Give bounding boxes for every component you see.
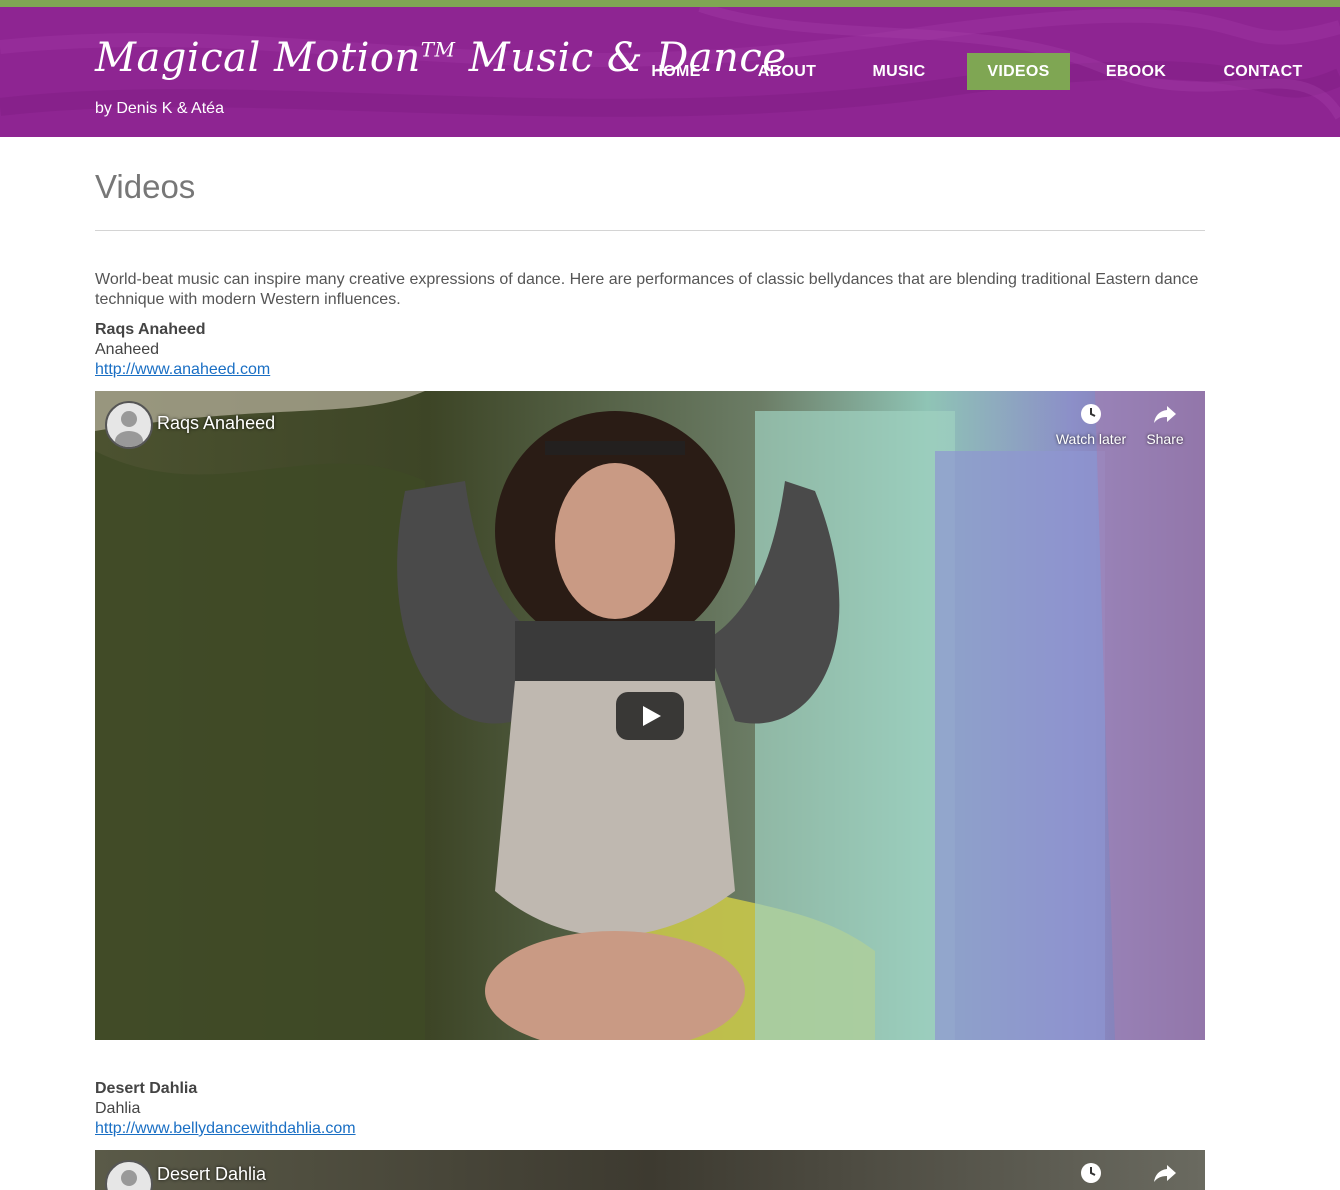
entry-link[interactable]: http://www.bellydancewithdahlia.com <box>95 1120 356 1138</box>
site-tagline: by Denis K & Atéa <box>95 100 224 117</box>
clock-icon <box>1081 1163 1101 1183</box>
video-title[interactable]: Desert Dahlia <box>157 1164 266 1185</box>
share-arrow-icon <box>1154 406 1176 423</box>
entry-artist: Dahlia <box>95 1100 141 1117</box>
video-player[interactable]: Desert Dahlia <box>95 1150 1205 1190</box>
entry-artist: Anaheed <box>95 341 160 358</box>
share-button[interactable] <box>1125 1162 1205 1190</box>
entry-title: Raqs Anaheed <box>95 321 206 338</box>
video-title[interactable]: Raqs Anaheed <box>157 413 275 434</box>
nav-home[interactable]: HOME <box>633 53 719 90</box>
top-accent-bar <box>0 0 1340 7</box>
entry-link[interactable]: http://www.anaheed.com <box>95 361 270 379</box>
intro-text: World-beat music can inspire many creati… <box>95 271 1199 308</box>
share-button[interactable]: Share <box>1125 403 1205 447</box>
watch-later-label: Watch later <box>1055 431 1127 447</box>
site-header: Magical MotionTM Music & Dance by Denis … <box>0 7 1340 137</box>
nav-contact[interactable]: CONTACT <box>1207 53 1319 90</box>
nav-music[interactable]: MUSIC <box>856 53 942 90</box>
play-icon[interactable] <box>616 692 684 740</box>
watch-later-button[interactable] <box>1051 1162 1131 1190</box>
share-label: Share <box>1146 431 1184 447</box>
nav-videos[interactable]: VIDEOS <box>967 53 1070 90</box>
share-arrow-icon <box>1154 1165 1176 1182</box>
clock-icon <box>1081 404 1101 424</box>
title-divider <box>95 230 1205 231</box>
page-title: Videos <box>95 168 196 205</box>
nav-ebook[interactable]: EBOOK <box>1091 53 1181 90</box>
channel-avatar-icon[interactable] <box>105 401 153 449</box>
watch-later-button[interactable]: Watch later <box>1051 403 1131 447</box>
main-nav: HOME ABOUT MUSIC VIDEOS EBOOK CONTACT <box>0 53 1340 90</box>
video-player[interactable]: Raqs Anaheed Watch later Share <box>95 391 1205 1040</box>
nav-about[interactable]: ABOUT <box>742 53 832 90</box>
entry-title: Desert Dahlia <box>95 1080 198 1097</box>
